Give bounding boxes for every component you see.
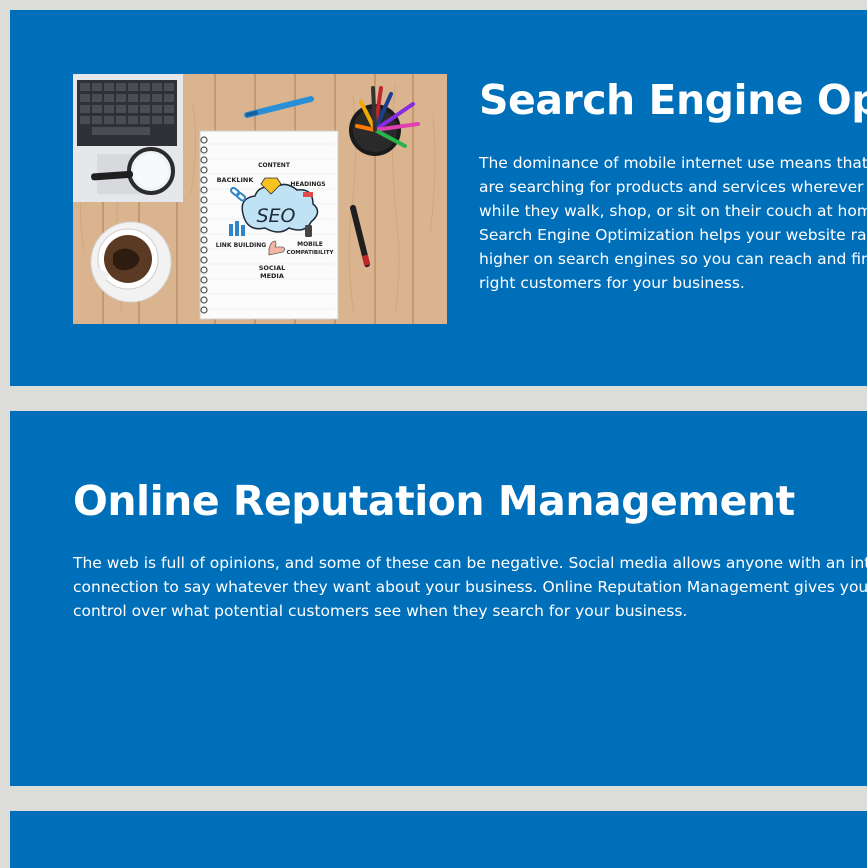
- seo-label-social: SOCIAL: [259, 264, 286, 272]
- seo-label-link-building: LINK BUILDING: [216, 242, 267, 249]
- notebook-graphic: CONTENT BACKLINK HEADINGS SEO LINK BUILD…: [199, 130, 339, 320]
- service-card-next: [10, 811, 867, 868]
- seo-label-content: CONTENT: [258, 162, 291, 169]
- seo-description: The dominance of mobile internet use mea…: [479, 154, 867, 292]
- seo-label-mobile: MOBILE: [297, 241, 323, 248]
- coffee-cup-graphic: [90, 221, 172, 303]
- orm-title: Online Reputation Management: [73, 477, 795, 525]
- seo-illustration-svg: CONTENT BACKLINK HEADINGS SEO LINK BUILD…: [73, 74, 447, 324]
- seo-label-seo: SEO: [256, 205, 295, 227]
- service-card-seo: CONTENT BACKLINK HEADINGS SEO LINK BUILD…: [10, 10, 867, 386]
- seo-label-media: MEDIA: [260, 272, 284, 280]
- service-card-online-reputation: Online Reputation Management The web is …: [10, 411, 867, 786]
- seo-label-backlink: BACKLINK: [217, 176, 255, 184]
- orm-description: The web is full of opinions, and some of…: [73, 554, 867, 620]
- seo-label-compatibility: COMPATIBILITY: [287, 250, 335, 256]
- seo-title: Search Engine Optimization: [479, 76, 867, 124]
- seo-illustration: CONTENT BACKLINK HEADINGS SEO LINK BUILD…: [73, 74, 447, 324]
- seo-label-headings: HEADINGS: [290, 181, 325, 188]
- page: CONTENT BACKLINK HEADINGS SEO LINK BUILD…: [0, 0, 867, 868]
